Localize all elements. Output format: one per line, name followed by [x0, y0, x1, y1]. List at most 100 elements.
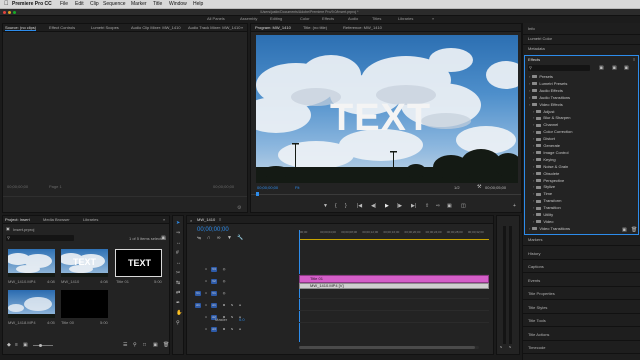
panel-tab[interactable]: Timecode: [528, 346, 545, 350]
source-timecode-left[interactable]: 00;00;00;00: [7, 185, 28, 189]
track-lock-icon[interactable]: □: [203, 327, 209, 332]
track-lock-icon[interactable]: □: [203, 279, 209, 284]
play-button[interactable]: ▶: [385, 204, 389, 209]
overlay-title-text[interactable]: TEXT: [330, 99, 431, 137]
panel-tab[interactable]: Title Styles: [528, 305, 547, 310]
program-timebar[interactable]: [251, 194, 521, 195]
voiceover-record-icon[interactable]: ●: [237, 303, 243, 308]
workspace-color[interactable]: Color: [300, 17, 310, 21]
chevron-right-icon[interactable]: ›: [533, 184, 534, 189]
panel-overflow-icon[interactable]: »: [241, 26, 243, 30]
close-tab-icon[interactable]: ×: [190, 218, 192, 223]
time-ruler[interactable]: :00;00 00;00;04;00 00;00;08;00 00;00;12;00 0…: [299, 231, 489, 239]
tab-libraries[interactable]: Libraries: [83, 218, 98, 222]
chevron-right-icon[interactable]: ›: [529, 102, 530, 107]
lift-button[interactable]: ⇧: [425, 204, 429, 209]
chevron-right-icon[interactable]: ›: [529, 95, 530, 100]
solo-button[interactable]: S: [229, 315, 235, 320]
new-bin-icon[interactable]: □: [143, 343, 146, 348]
add-marker-icon[interactable]: ▼: [227, 236, 232, 241]
tab-audio-clip-mixer[interactable]: Audio Clip Mixer: MW_1410: [131, 26, 181, 30]
linked-selection-icon[interactable]: ∞: [217, 236, 221, 241]
chevron-right-icon[interactable]: ›: [533, 198, 534, 203]
eye-icon[interactable]: ◎: [221, 291, 227, 296]
snap-icon[interactable]: ∩: [207, 236, 211, 241]
yuv-effects-icon[interactable]: ▣: [624, 66, 629, 71]
mark-out-button[interactable]: }: [345, 204, 347, 209]
add-button[interactable]: +: [513, 204, 516, 209]
thumb-mw1418-mp4[interactable]: [8, 290, 55, 318]
title-clip[interactable]: Title 01: [299, 275, 489, 283]
track-lock-icon[interactable]: □: [203, 303, 209, 308]
work-area-bar[interactable]: [299, 239, 489, 240]
chevron-right-icon[interactable]: ›: [533, 219, 534, 224]
chevron-right-icon[interactable]: ›: [533, 164, 534, 169]
thumb-mw1410-sequence[interactable]: TEXT: [61, 249, 108, 277]
tab-lumetri-scopes[interactable]: Lumetri Scopes: [91, 26, 119, 30]
menu-clip[interactable]: Clip: [90, 2, 99, 7]
menu-edit[interactable]: Edit: [75, 2, 84, 7]
menu-title[interactable]: Title: [153, 2, 162, 7]
chevron-right-icon[interactable]: ›: [533, 205, 534, 210]
thumb-title-01[interactable]: TEXT: [115, 249, 162, 277]
panel-tab[interactable]: Captions: [528, 265, 544, 269]
go-to-out-button[interactable]: ▶|: [411, 204, 416, 209]
program-timecode[interactable]: 00;00;00;00: [257, 186, 278, 190]
workspace-all-panels[interactable]: All Panels: [207, 17, 225, 21]
chevron-right-icon[interactable]: ›: [533, 109, 534, 114]
chevron-right-icon[interactable]: ›: [533, 212, 534, 217]
solo-button[interactable]: S: [229, 327, 235, 332]
source-patch[interactable]: A1: [195, 303, 201, 308]
chevron-right-icon[interactable]: ›: [529, 88, 530, 93]
solo-right-button[interactable]: S: [509, 346, 511, 349]
selection-tool-icon[interactable]: ➤: [176, 221, 180, 226]
tab-effect-controls[interactable]: Effect Controls: [49, 26, 75, 30]
panel-lumetri-color[interactable]: Lumetri Color: [528, 37, 552, 41]
rolling-edit-tool-icon[interactable]: #: [176, 251, 179, 256]
mute-button[interactable]: M: [221, 303, 227, 308]
menu-window[interactable]: Window: [169, 2, 187, 7]
chevron-right-icon[interactable]: ›: [529, 226, 530, 231]
32bit-effects-icon[interactable]: ▣: [612, 66, 617, 71]
video-clip[interactable]: MW_1410.MP4 [V]: [299, 283, 489, 289]
tab-project[interactable]: Project: Insert: [5, 218, 30, 222]
chevron-right-icon[interactable]: ›: [533, 115, 534, 120]
workspace-titles[interactable]: Titles: [372, 17, 381, 21]
project-search-input[interactable]: ⚲: [6, 235, 74, 241]
tab-source[interactable]: Source: (no clips): [5, 26, 37, 31]
source-settings-icon[interactable]: ⚙: [237, 206, 241, 211]
track-target[interactable]: A1: [211, 303, 217, 308]
panel-tab[interactable]: Title Properties: [528, 292, 555, 296]
track-select-tool-icon[interactable]: ⇒: [176, 231, 180, 236]
tab-program[interactable]: Program: MW_1410: [255, 26, 291, 30]
menu-marker[interactable]: Marker: [131, 2, 147, 7]
mark-in-button[interactable]: {: [335, 204, 337, 209]
source-timebar[interactable]: [3, 196, 247, 197]
chevron-right-icon[interactable]: ›: [533, 129, 534, 134]
icon-view-icon[interactable]: ▣: [23, 343, 28, 348]
tab-media-browser[interactable]: Media Browser: [43, 218, 70, 222]
track-lock-icon[interactable]: □: [203, 267, 209, 272]
zoom-slider-handle[interactable]: [39, 344, 42, 347]
extract-button[interactable]: ⇨: [436, 204, 440, 209]
eye-icon[interactable]: ◎: [221, 279, 227, 284]
panel-tab[interactable]: History: [528, 251, 540, 256]
chevron-right-icon[interactable]: ›: [533, 122, 534, 127]
master-track-volume[interactable]: 0.0: [239, 318, 245, 322]
timeline-timecode[interactable]: 00;00;00;00: [197, 227, 229, 233]
chevron-right-icon[interactable]: ›: [529, 74, 530, 79]
tab-audio-track-mixer[interactable]: Audio Track Mixer: MW_1410: [188, 26, 240, 30]
workspace-overflow-icon[interactable]: »: [432, 17, 434, 21]
thumb-title-00[interactable]: [61, 290, 108, 318]
zoom-window-button[interactable]: [13, 11, 16, 14]
automate-to-sequence-icon[interactable]: ☰: [123, 343, 127, 348]
effects-search-input[interactable]: ⚲: [528, 65, 590, 71]
program-monitor-video[interactable]: TEXT: [256, 35, 518, 183]
tab-reference[interactable]: Reference: MW_1410: [343, 26, 382, 30]
chevron-right-icon[interactable]: ›: [533, 143, 534, 148]
pen-tool-icon[interactable]: ✒: [176, 301, 180, 306]
chevron-right-icon[interactable]: ›: [533, 150, 534, 155]
comparison-view-icon[interactable]: ◫: [461, 204, 466, 209]
panel-overflow-icon[interactable]: »: [163, 218, 165, 222]
workspace-audio[interactable]: Audio: [348, 17, 358, 21]
